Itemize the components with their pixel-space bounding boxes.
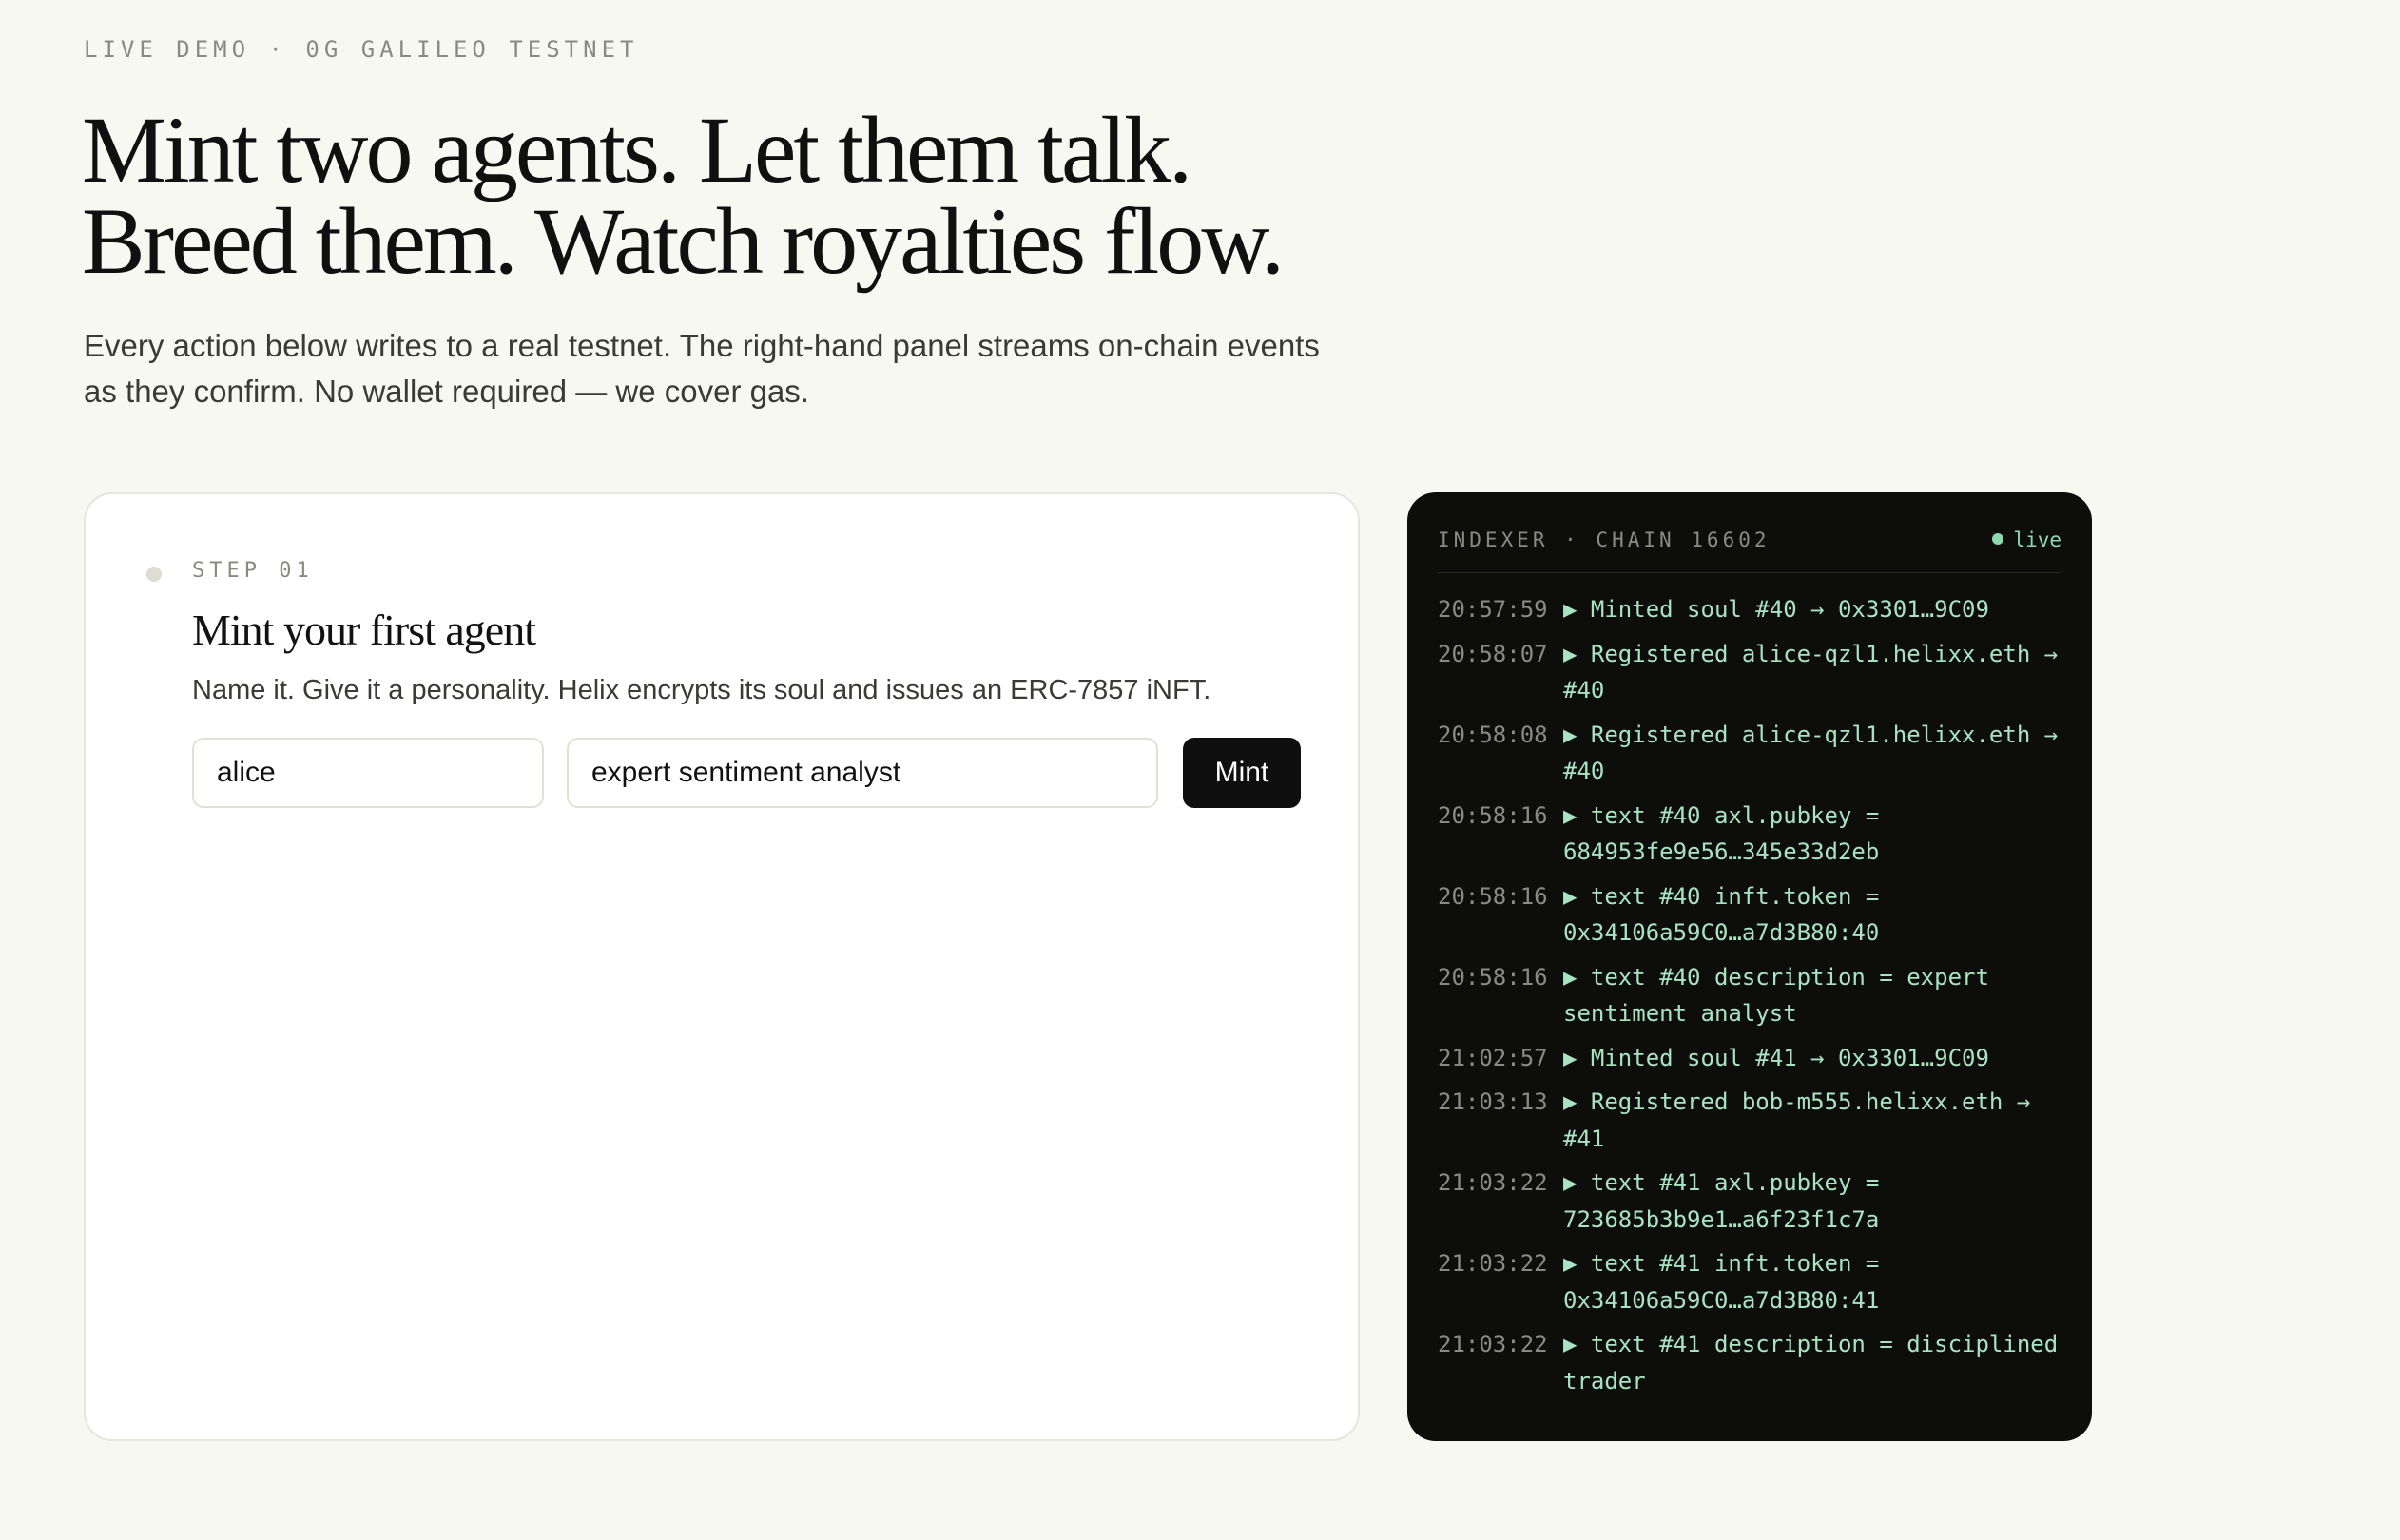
log-entry: 20:58:16 ▶ text #40 inft.token = 0x34106a… [1438,878,2061,952]
log-timestamp: 21:03:22 [1438,1331,1548,1357]
log-entry: 21:03:22 ▶ text #41 description = discipl… [1438,1326,2061,1399]
log-message: ▶ text #40 inft.token = 0x34106a59C0…a7d… [1563,882,1880,947]
log-entry: 21:03:13 ▶ Registered bob-m555.helixx.eth… [1438,1084,2061,1157]
log-timestamp: 20:57:59 [1438,596,1548,623]
log-timestamp: 20:58:08 [1438,721,1548,748]
log-timestamp: 20:58:16 [1438,801,1548,829]
live-status-dot-icon [1992,533,2004,545]
indexer-panel: INDEXER · CHAIN 16602 live 20:57:59 ▶ Min… [1407,492,2092,1441]
log-timestamp: 21:02:57 [1438,1044,1548,1071]
step-indicator-dot [146,567,162,582]
indexer-header: INDEXER · CHAIN 16602 live [1438,527,2061,573]
step-description: Name it. Give it a personality. Helix en… [192,675,1211,705]
page-subhead: Every action below writes to a real test… [84,328,1320,409]
log-timestamp: 21:03:22 [1438,1169,1548,1196]
log-message: ▶ Minted soul #41 → 0x3301…9C09 [1563,1044,1989,1071]
log-entry: 20:58:08 ▶ Registered alice-qzl1.helixx.e… [1438,717,2061,790]
log-message: ▶ text #40 description = expert sentimen… [1563,963,1989,1028]
page-headline: Mint two agents. Let them talk. Breed th… [82,97,1285,294]
log-entry: 20:58:16 ▶ text #40 description = expert … [1438,959,2061,1032]
log-entry: 20:58:07 ▶ Registered alice-qzl1.helixx.e… [1438,636,2061,709]
page-eyebrow: LIVE DEMO · 0G GALILEO TESTNET [84,36,639,63]
log-message: ▶ text #40 axl.pubkey = 684953fe9e56…345… [1563,801,1880,866]
log-message: ▶ Registered bob-m555.helixx.eth → #41 [1563,1088,2031,1152]
log-entry: 21:03:22 ▶ text #41 inft.token = 0x34106a… [1438,1245,2061,1319]
log-message: ▶ Registered alice-qzl1.helixx.eth → #40 [1563,721,2059,785]
step-title: Mint your first agent [192,606,536,654]
log-message: ▶ text #41 description = disciplined tra… [1563,1331,2059,1395]
log-timestamp: 21:03:13 [1438,1088,1548,1115]
log-message: ▶ Minted soul #40 → 0x3301…9C09 [1563,596,1989,623]
event-log[interactable]: 20:57:59 ▶ Minted soul #40 → 0x3301…9C09 2… [1438,591,2061,1407]
mint-button[interactable]: Mint [1183,738,1301,808]
log-timestamp: 20:58:16 [1438,882,1548,910]
log-message: ▶ text #41 inft.token = 0x34106a59C0…a7d… [1563,1250,1880,1314]
log-entry: 20:58:16 ▶ text #40 axl.pubkey = 684953fe… [1438,798,2061,871]
log-message: ▶ text #41 axl.pubkey = 723685b3b9e1…a6f… [1563,1169,1880,1233]
mint-step-card: STEP 01 Mint your first agent Name it. G… [84,492,1360,1441]
log-timestamp: 21:03:22 [1438,1250,1548,1277]
log-entry: 21:03:22 ▶ text #41 axl.pubkey = 723685b3… [1438,1165,2061,1238]
indexer-title: INDEXER · CHAIN 16602 [1438,529,1771,551]
log-timestamp: 20:58:16 [1438,963,1548,991]
log-message: ▶ Registered alice-qzl1.helixx.eth → #40 [1563,640,2059,704]
log-timestamp: 20:58:07 [1438,640,1548,667]
log-entry: 20:57:59 ▶ Minted soul #40 → 0x3301…9C09 [1438,591,2061,628]
step-label: STEP 01 [192,559,314,583]
live-status-label: live [2013,529,2061,551]
live-status-badge: live [1992,529,2061,551]
agent-personality-input[interactable] [567,738,1158,808]
log-entry: 21:02:57 ▶ Minted soul #41 → 0x3301…9C09 [1438,1040,2061,1077]
agent-name-input[interactable] [192,738,544,808]
